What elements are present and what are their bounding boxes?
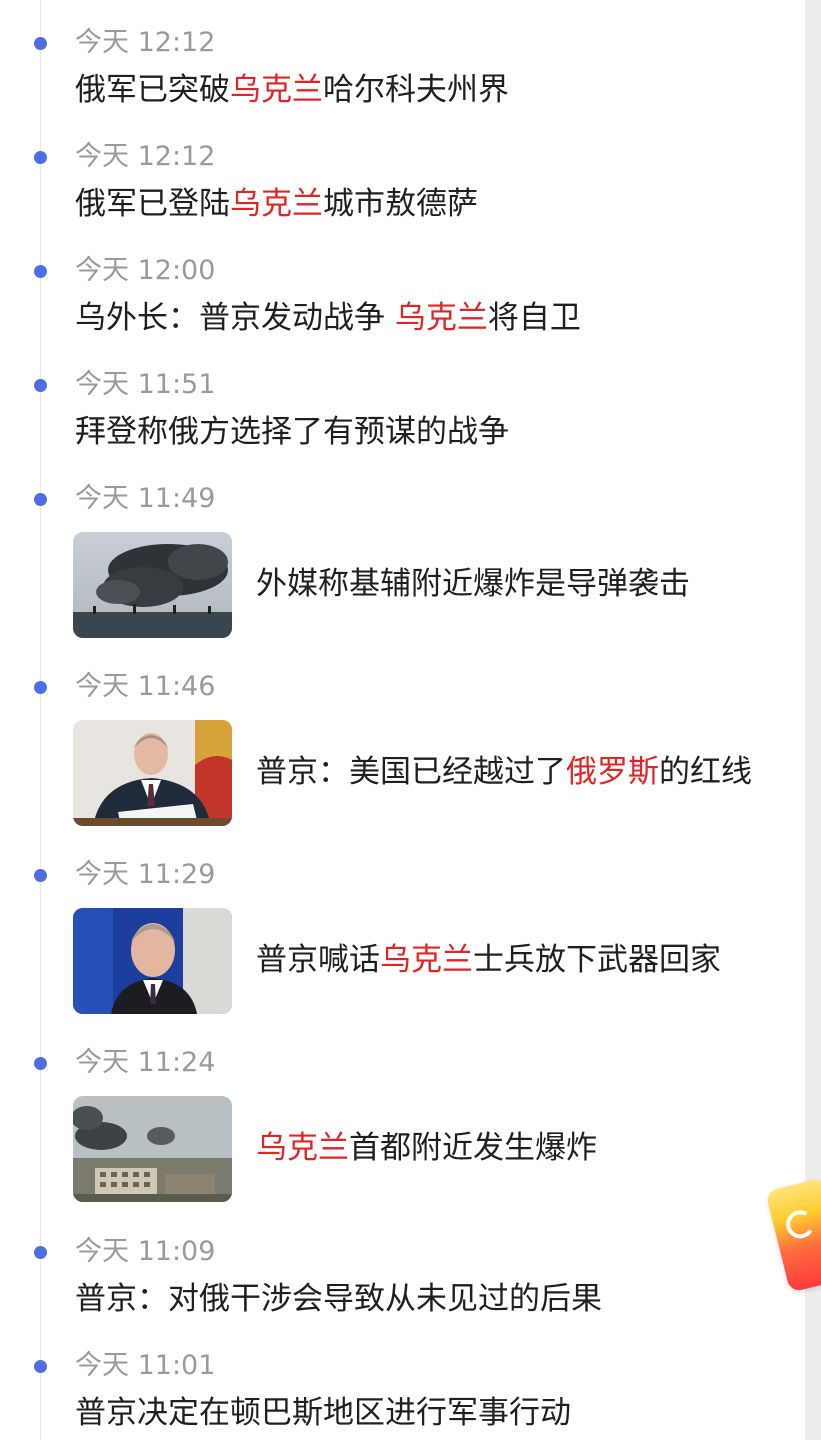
smoke-plumes-thumbnail[interactable]: [73, 532, 232, 638]
timestamp: 今天 12:00: [75, 255, 216, 286]
keyword-highlight: 乌克兰: [230, 72, 323, 108]
headline[interactable]: 俄军已突破乌克兰哈尔科夫州界: [75, 70, 509, 110]
keyword-highlight: 乌克兰: [230, 186, 323, 222]
timestamp: 今天 11:09: [75, 1236, 216, 1267]
timeline-dot: [34, 151, 47, 164]
putin-portrait-photo: [73, 908, 232, 1014]
timeline-dot: [34, 1057, 47, 1070]
putin-portrait-thumbnail[interactable]: [73, 908, 232, 1014]
keyword-highlight: 乌克兰: [394, 300, 488, 336]
swirl-icon: [783, 1207, 818, 1242]
timestamp: 今天 11:29: [75, 859, 216, 890]
timeline-dot: [34, 1360, 47, 1373]
timestamp: 今天 11:49: [75, 483, 216, 514]
headline[interactable]: 乌克兰首都附近发生爆炸: [256, 1128, 597, 1168]
keyword-highlight: 乌克兰: [256, 1130, 349, 1166]
timeline-dot: [34, 869, 47, 882]
putin-at-desk-thumbnail[interactable]: [73, 720, 232, 826]
city-explosion-thumbnail[interactable]: [73, 1096, 232, 1202]
headline[interactable]: 乌外长：普京发动战争 乌克兰将自卫: [75, 298, 581, 338]
timeline-dot: [34, 1246, 47, 1259]
timestamp: 今天 12:12: [75, 27, 216, 58]
headline[interactable]: 普京：美国已经越过了俄罗斯的红线: [256, 752, 752, 792]
timeline-dot: [34, 379, 47, 392]
timeline-dot: [34, 265, 47, 278]
keyword-highlight: 乌克兰: [380, 942, 473, 978]
headline[interactable]: 俄军已登陆乌克兰城市敖德萨: [75, 184, 478, 224]
timestamp: 今天 11:01: [75, 1350, 216, 1381]
timeline-dot: [34, 493, 47, 506]
timeline-dot: [34, 681, 47, 694]
headline[interactable]: 外媒称基辅附近爆炸是导弹袭击: [256, 564, 690, 604]
timeline-rail: [40, 0, 41, 1440]
timeline-dot: [34, 37, 47, 50]
headline[interactable]: 普京喊话乌克兰士兵放下武器回家: [256, 940, 721, 980]
timestamp: 今天 12:12: [75, 141, 216, 172]
headline[interactable]: 普京决定在顿巴斯地区进行军事行动: [75, 1393, 571, 1433]
smoke-plumes-photo: [73, 532, 232, 638]
headline[interactable]: 拜登称俄方选择了有预谋的战争: [75, 412, 509, 452]
putin-at-desk-photo: [73, 720, 232, 826]
keyword-highlight: 俄罗斯: [566, 754, 659, 790]
timestamp: 今天 11:24: [75, 1047, 216, 1078]
timestamp: 今天 11:46: [75, 671, 216, 702]
headline[interactable]: 普京：对俄干涉会导致从未见过的后果: [75, 1279, 602, 1319]
news-timeline: 今天 12:12 俄军已突破乌克兰哈尔科夫州界 今天 12:12 俄军已登陆乌克…: [0, 0, 805, 1440]
city-explosion-photo: [73, 1096, 232, 1202]
timestamp: 今天 11:51: [75, 369, 216, 400]
